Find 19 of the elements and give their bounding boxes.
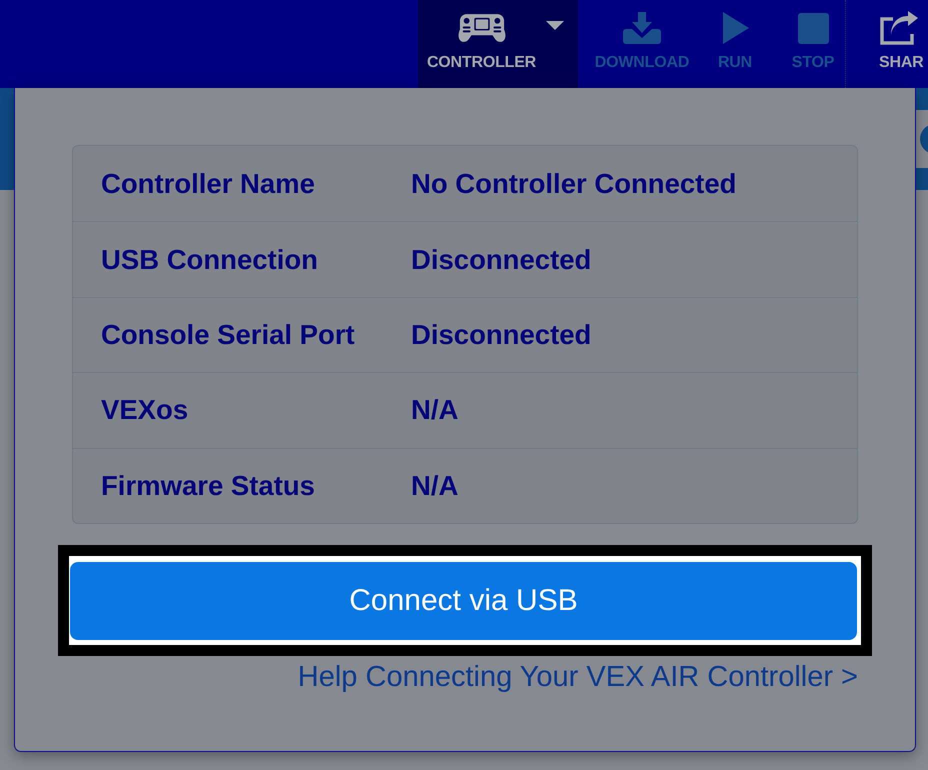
row-label: VEXos — [101, 394, 190, 426]
row-value: N/A — [411, 470, 460, 502]
stop-icon — [798, 12, 828, 44]
gamepad-icon — [458, 13, 506, 43]
row-value: N/A — [411, 394, 460, 426]
row-label: Console Serial Port — [101, 318, 356, 351]
row-label: USB Connection — [101, 244, 319, 276]
row-label: Firmware Status — [101, 470, 316, 502]
connect-button[interactable]: Connect via USB — [70, 562, 857, 640]
help-link[interactable]: Help Connecting Your VEX AIR Controller > — [298, 660, 858, 694]
caret-icon[interactable] — [546, 21, 564, 30]
toolbar-button[interactable]: CONTROLLER — [418, 0, 578, 88]
share-icon — [879, 11, 919, 45]
download-icon — [623, 12, 661, 44]
row-value: Disconnected — [411, 244, 592, 276]
row-label: Controller Name — [101, 168, 316, 200]
row-value: Disconnected — [411, 318, 592, 351]
play-icon — [722, 12, 748, 44]
row-value: No Controller Connected — [411, 168, 738, 200]
